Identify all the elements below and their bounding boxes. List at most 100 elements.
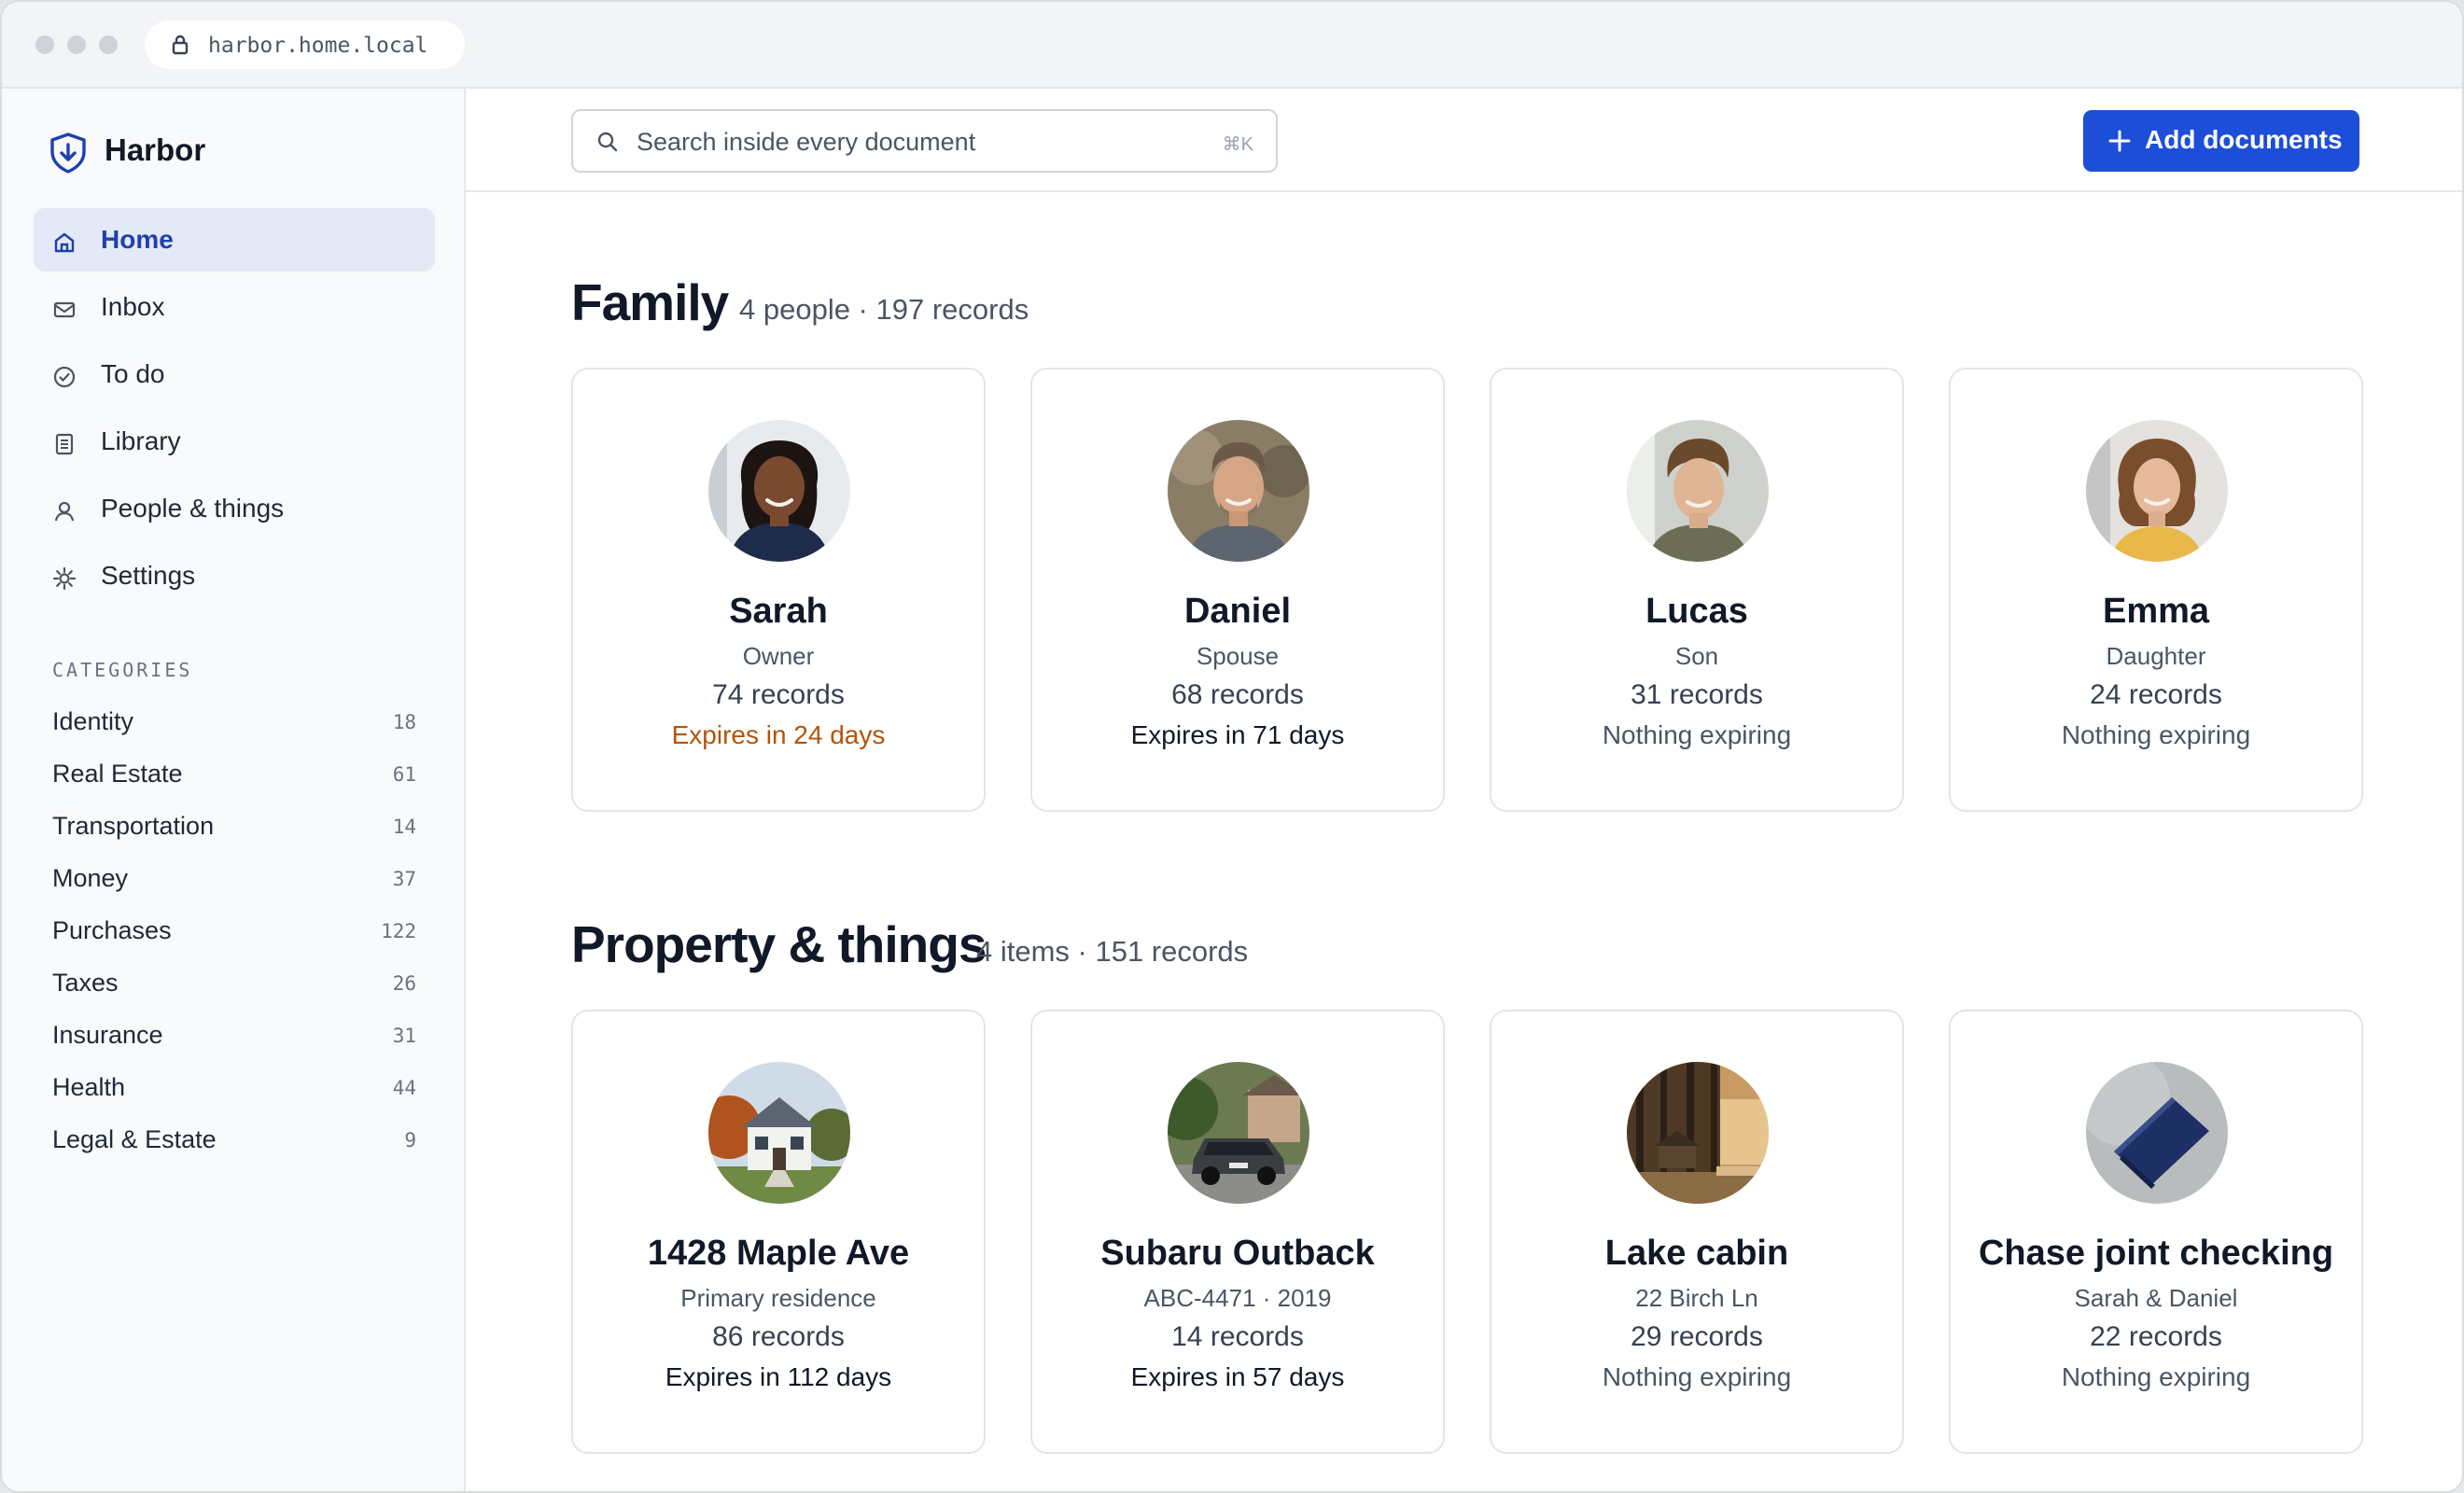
- avatar: [2086, 1062, 2228, 1204]
- nav-todo[interactable]: To do: [34, 342, 435, 406]
- card-records: 74 records: [712, 679, 845, 710]
- nav-label: Inbox: [101, 292, 165, 321]
- category-item[interactable]: Insurance 31: [52, 1015, 416, 1056]
- person-card-sarah[interactable]: Sarah Owner 74 records Expires in 24 day…: [571, 368, 986, 812]
- check-circle-icon: [52, 365, 77, 389]
- category-count: 61: [392, 763, 416, 786]
- category-name: Health: [52, 1073, 126, 1101]
- brand[interactable]: Harbor: [49, 132, 205, 179]
- nav-settings[interactable]: Settings: [34, 544, 435, 607]
- card-detail: Sarah & Daniel: [2074, 1284, 2238, 1312]
- avatar: [1627, 1062, 1769, 1204]
- card-records: 22 records: [2090, 1321, 2222, 1352]
- add-documents-label: Add documents: [2145, 125, 2343, 154]
- category-item[interactable]: Health 44: [52, 1067, 416, 1109]
- card-detail: ABC-4471 · 2019: [1143, 1284, 1332, 1312]
- nav-library[interactable]: Library: [34, 410, 435, 473]
- url-text: harbor.home.local: [208, 34, 428, 58]
- nav-people-things[interactable]: People & things: [34, 477, 435, 540]
- card-name: Daniel: [1183, 592, 1292, 631]
- card-status: Nothing expiring: [1602, 1362, 1792, 1391]
- card-records: 14 records: [1171, 1321, 1304, 1352]
- person-card-daniel[interactable]: Daniel Spouse 68 records Expires in 71 d…: [1030, 368, 1445, 812]
- category-count: 122: [381, 920, 416, 942]
- sidebar: Harbor Home Inbox To do Library People &…: [2, 89, 466, 1491]
- person-card-lucas[interactable]: Lucas Son 31 records Nothing expiring: [1490, 368, 1904, 812]
- property-card-house[interactable]: 1428 Maple Ave Primary residence 86 reco…: [571, 1010, 986, 1454]
- inbox-icon: [52, 298, 77, 322]
- avatar: [1168, 1062, 1309, 1204]
- card-status: Expires in 57 days: [1130, 1362, 1345, 1391]
- card-name: Sarah: [729, 592, 828, 631]
- property-card-car[interactable]: Subaru Outback ABC-4471 · 2019 14 record…: [1030, 1010, 1445, 1454]
- category-name: Purchases: [52, 916, 172, 944]
- nav-label: To do: [101, 359, 165, 388]
- card-name: Lake cabin: [1604, 1234, 1789, 1273]
- window-maximize-dot[interactable]: [99, 35, 118, 54]
- search-placeholder: Search inside every document: [637, 128, 976, 156]
- category-count: 9: [404, 1129, 416, 1151]
- avatar: [1168, 420, 1309, 562]
- card-role: Spouse: [1196, 642, 1280, 670]
- property-section-meta: 4 items · 151 records: [976, 935, 1249, 968]
- browser-window: harbor.home.local Harbor Home Inbox To d…: [0, 0, 2464, 1493]
- category-item[interactable]: Money 37: [52, 858, 416, 900]
- category-count: 31: [392, 1025, 416, 1047]
- card-status: Expires in 24 days: [671, 720, 886, 749]
- category-count: 44: [392, 1077, 416, 1099]
- card-records: 29 records: [1631, 1321, 1763, 1352]
- category-count: 26: [392, 972, 416, 995]
- person-card-emma[interactable]: Emma Daughter 24 records Nothing expirin…: [1949, 368, 2363, 812]
- search-input[interactable]: Search inside every document ⌘K: [571, 109, 1278, 173]
- category-name: Money: [52, 864, 129, 892]
- category-item[interactable]: Taxes 26: [52, 963, 416, 1004]
- card-name: Emma: [2102, 592, 2210, 631]
- add-documents-button[interactable]: Add documents: [2083, 110, 2359, 172]
- window-close-dot[interactable]: [35, 35, 54, 54]
- search-icon: [595, 130, 620, 159]
- window-minimize-dot[interactable]: [67, 35, 86, 54]
- category-name: Real Estate: [52, 760, 183, 788]
- card-name: Lucas: [1645, 592, 1748, 631]
- nav-label: Home: [101, 225, 174, 254]
- category-name: Insurance: [52, 1021, 163, 1049]
- property-card-checking[interactable]: Chase joint checking Sarah & Daniel 22 r…: [1949, 1010, 2363, 1454]
- category-count: 18: [392, 711, 416, 733]
- card-status: Nothing expiring: [2061, 720, 2251, 749]
- property-section-title: Property & things: [571, 915, 987, 973]
- property-card-cabin[interactable]: Lake cabin 22 Birch Ln 29 records Nothin…: [1490, 1010, 1904, 1454]
- card-status: Expires in 112 days: [665, 1362, 892, 1391]
- category-name: Transportation: [52, 812, 215, 840]
- family-section-title: Family: [571, 273, 729, 331]
- nav-label: Settings: [101, 561, 196, 590]
- card-role: Son: [1674, 642, 1719, 670]
- card-records: 24 records: [2090, 679, 2222, 710]
- category-item[interactable]: Transportation 14: [52, 806, 416, 847]
- nav-home[interactable]: Home: [34, 208, 435, 272]
- category-item[interactable]: Identity 18: [52, 702, 416, 743]
- app-name: Harbor: [105, 133, 206, 167]
- category-count: 14: [392, 816, 416, 838]
- category-item[interactable]: Legal & Estate 9: [52, 1120, 416, 1161]
- card-name: 1428 Maple Ave: [647, 1234, 910, 1273]
- category-item[interactable]: Purchases 122: [52, 911, 416, 952]
- category-count: 37: [392, 868, 416, 890]
- category-name: Taxes: [52, 969, 119, 997]
- plus-icon: [2107, 129, 2132, 156]
- avatar: [708, 420, 850, 562]
- nav-inbox[interactable]: Inbox: [34, 275, 435, 339]
- lock-icon: [171, 35, 189, 60]
- card-role: Owner: [742, 642, 815, 670]
- person-icon: [52, 499, 77, 523]
- home-icon: [52, 230, 77, 255]
- avatar: [2086, 420, 2228, 562]
- family-section-meta: 4 people · 197 records: [739, 293, 1029, 326]
- category-item[interactable]: Real Estate 61: [52, 754, 416, 795]
- avatar: [1627, 420, 1769, 562]
- address-bar[interactable]: harbor.home.local: [145, 21, 465, 69]
- card-records: 68 records: [1171, 679, 1304, 710]
- nav-label: People & things: [101, 494, 285, 523]
- card-name: Chase joint checking: [1978, 1234, 2334, 1273]
- shortcut-hint: ⌘K: [1222, 134, 1253, 155]
- avatar: [708, 1062, 850, 1204]
